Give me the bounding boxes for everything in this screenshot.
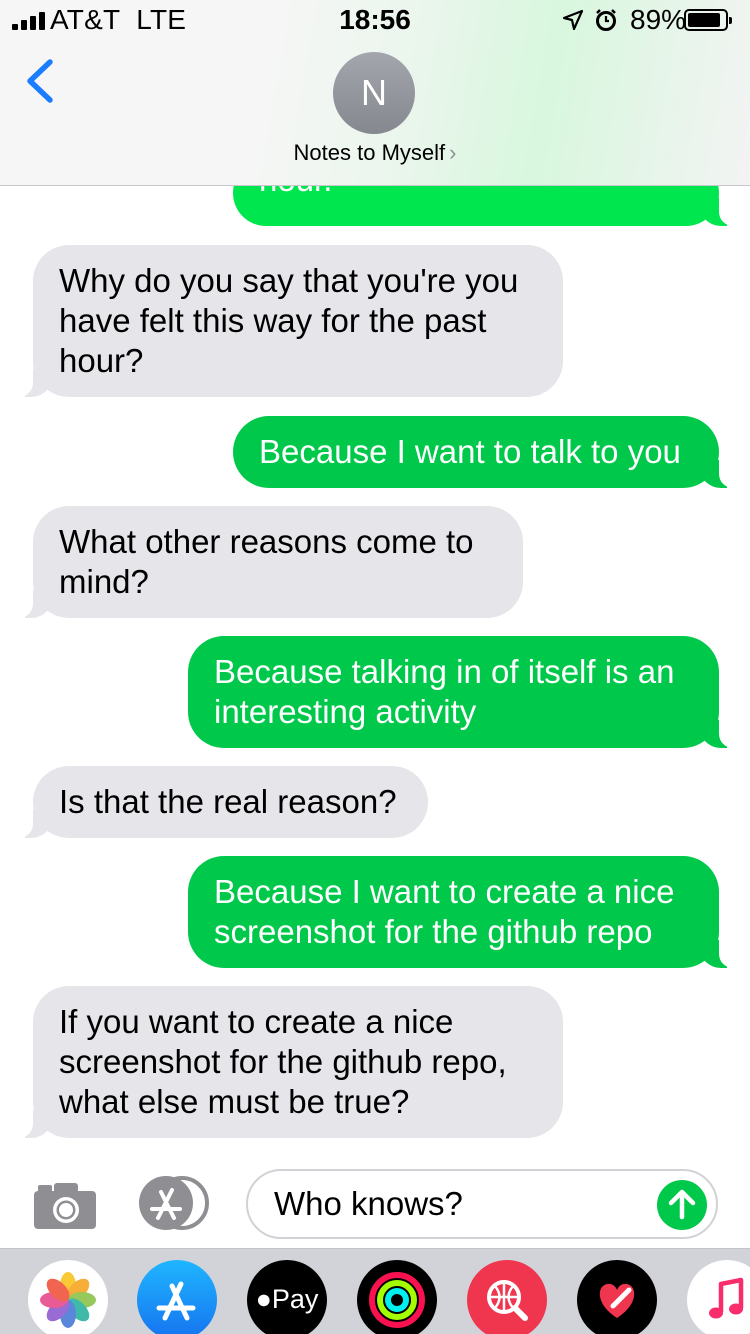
app-store-button[interactable] [136, 1175, 214, 1231]
message-bubble-incoming[interactable]: What other reasons come to mind? [13, 506, 523, 618]
message-input[interactable]: Who knows? [246, 1169, 718, 1239]
battery-percent: 89% [630, 4, 687, 35]
message-bubble-incoming[interactable]: If you want to create a nice screenshot … [13, 986, 563, 1138]
contact-name: Notes to Myself [293, 140, 446, 165]
photos-app-button[interactable] [28, 1260, 108, 1334]
photos-icon [40, 1272, 96, 1328]
message-bubble-outgoing[interactable]: Because I want to create a nice screensh… [188, 856, 739, 968]
compose-bar: Who knows? [0, 1151, 750, 1248]
message-bubble-outgoing[interactable]: hour. [233, 186, 739, 226]
message-bubble-outgoing[interactable]: Because I want to talk to you [233, 416, 739, 488]
message-bubble-outgoing[interactable]: Because talking in of itself is an inter… [188, 636, 739, 748]
apple-pay-icon: ●Pay [255, 1284, 319, 1314]
apple-pay-label: Pay [271, 1284, 319, 1314]
app-store-app-button[interactable] [137, 1260, 217, 1334]
chevron-right-icon: › [449, 140, 457, 165]
heart-touch-icon [599, 1283, 635, 1318]
camera-icon [34, 1183, 96, 1229]
conversation-header: AT&T LTE 18:56 89% N Notes to Myself › [0, 0, 750, 186]
send-arrow-icon [668, 1189, 696, 1220]
message-input-text: Who knows? [274, 1185, 463, 1222]
imessage-app-drawer: ●Pay [0, 1248, 750, 1334]
message-bubble-incoming[interactable]: Why do you say that you're you have felt… [13, 245, 563, 397]
alarm-icon [596, 9, 616, 31]
app-store-icon [139, 1176, 209, 1230]
message-bubble-incoming[interactable]: Is that the real reason? [13, 766, 428, 838]
activity-rings-icon [369, 1272, 425, 1328]
status-bar: AT&T LTE 18:56 89% [0, 0, 750, 40]
back-button[interactable] [20, 56, 60, 106]
camera-button[interactable] [30, 1177, 100, 1233]
contact-avatar[interactable]: N [333, 52, 415, 134]
battery-icon [684, 9, 732, 31]
digital-touch-app-button[interactable] [577, 1260, 657, 1334]
apple-pay-app-button[interactable]: ●Pay [247, 1260, 327, 1334]
globe-search-icon [487, 1280, 528, 1321]
web-search-app-button[interactable] [467, 1260, 547, 1334]
contact-name-button[interactable]: Notes to Myself › [0, 140, 750, 166]
location-icon [562, 9, 584, 31]
chevron-left-icon [27, 59, 53, 103]
send-button[interactable] [657, 1180, 707, 1230]
activity-app-button[interactable] [357, 1260, 437, 1334]
music-app-button[interactable] [687, 1260, 750, 1334]
app-store-icon [156, 1281, 196, 1321]
music-note-icon [709, 1277, 744, 1319]
message-thread[interactable]: hour. Why do you say that you're you hav… [0, 186, 750, 1151]
